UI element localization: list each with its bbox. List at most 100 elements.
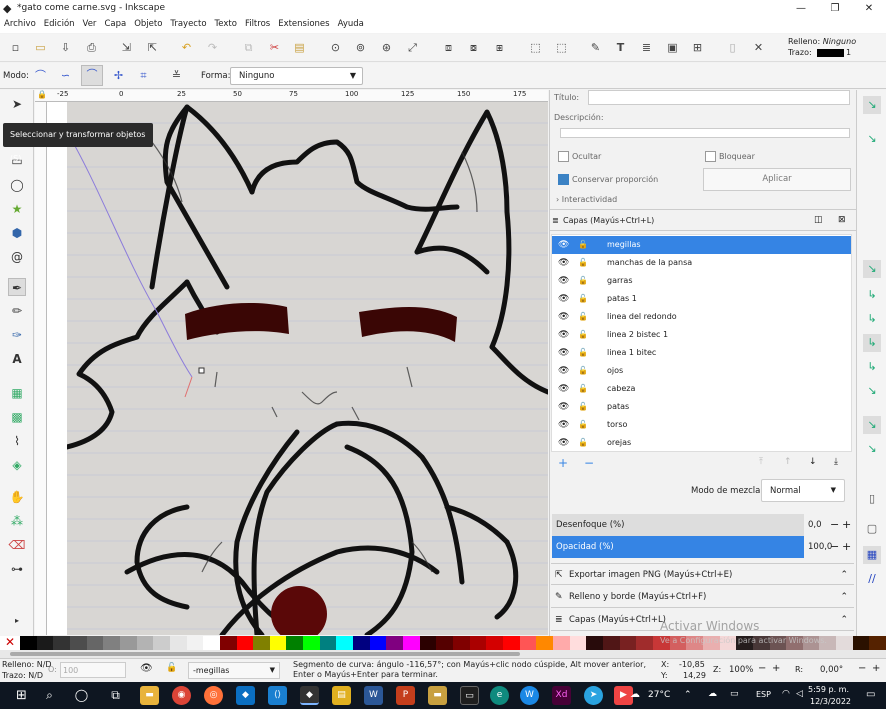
snap-paths-icon[interactable]: ↳ (863, 286, 881, 304)
snap-centers-icon[interactable]: ↘ (863, 416, 881, 434)
snap-cusp-icon[interactable]: ↳ (863, 334, 881, 352)
color-swatch[interactable] (153, 636, 170, 650)
paint-bucket-icon[interactable]: ◈ (8, 456, 26, 474)
lock-toggle-icon[interactable]: 🔓 (578, 416, 588, 434)
connector-tool-icon[interactable]: ⊶ (8, 560, 26, 578)
duplicate-icon[interactable]: ⧈ (440, 39, 457, 56)
tweak-tool-icon[interactable]: ✋ (8, 488, 26, 506)
title-input[interactable] (588, 90, 850, 105)
snap-bbox-icon[interactable]: ↘ (863, 130, 881, 148)
firefox-icon[interactable]: ◎ (204, 686, 223, 705)
color-swatch[interactable] (519, 636, 537, 650)
rotation-increment-icon[interactable]: + (872, 663, 880, 674)
lock-checkbox[interactable] (705, 151, 716, 162)
straight-segments-icon[interactable]: ✢ (110, 67, 127, 84)
layer-up-icon[interactable]: ↑ (784, 457, 792, 467)
menu-extensiones[interactable]: Extensiones (274, 17, 333, 33)
visibility-eye-icon[interactable]: 👁 (558, 254, 569, 272)
layer-row[interactable]: 👁 🔓 orejas (552, 434, 851, 452)
layer-row[interactable]: 👁 🔓 garras (552, 272, 851, 290)
snap-grid-icon[interactable]: ▦ (863, 546, 881, 564)
layer-row[interactable]: 👁 🔓 cabeza (552, 380, 851, 398)
zoom-increment-icon[interactable]: + (772, 663, 780, 674)
snap-guides-icon[interactable]: ∕∕ (863, 570, 881, 588)
adobe-xd-icon[interactable]: Xd (552, 686, 571, 705)
file-explorer-icon[interactable]: ▬ (140, 686, 159, 705)
print-preview-icon[interactable]: ▯ (724, 39, 741, 56)
menu-edicion[interactable]: Edición (40, 17, 79, 33)
search-icon[interactable]: ⌕ (40, 686, 59, 705)
dropper-tool-icon[interactable]: ⌇ (8, 432, 26, 450)
group-icon[interactable]: ⬚ (527, 39, 544, 56)
text-font-icon[interactable]: T (612, 39, 629, 56)
color-swatch[interactable] (586, 636, 603, 650)
layers-icon[interactable]: ≣ (638, 39, 655, 56)
layer-row[interactable]: 👁 🔓 megillas (552, 236, 851, 254)
add-layer-icon[interactable]: + (558, 456, 568, 470)
color-swatch[interactable] (636, 636, 653, 650)
remove-layer-icon[interactable]: − (584, 456, 594, 470)
language-indicator[interactable]: ESP (756, 690, 771, 699)
color-swatch[interactable] (602, 636, 620, 650)
selector-tool-icon[interactable]: ➤ (8, 95, 26, 113)
zoom-selection-icon[interactable]: ⊙ (327, 39, 344, 56)
hide-checkbox[interactable] (558, 151, 569, 162)
color-swatch[interactable] (53, 636, 70, 650)
widgets-icon[interactable]: ⧉ (106, 686, 125, 705)
color-swatch[interactable] (119, 636, 137, 650)
regular-bezier-icon[interactable]: ⌒ (32, 67, 49, 84)
volume-icon[interactable]: ◁ (796, 689, 803, 699)
horizontal-ruler[interactable]: 🔒 -25 0 25 50 75 100 125 150 175 (35, 90, 548, 102)
preserve-ratio-checkbox[interactable] (558, 174, 569, 185)
maximize-icon[interactable]: ❐ (818, 0, 852, 17)
spiral-tool-icon[interactable]: @ (8, 248, 26, 266)
close-icon[interactable]: ✕ (852, 0, 886, 17)
lock-toggle-icon[interactable]: 🔓 (578, 434, 588, 452)
lock-toggle-icon[interactable]: 🔓 (578, 254, 588, 272)
panel-detach-icon[interactable]: ◫ (814, 215, 823, 225)
status-opacity-input[interactable]: 100 (60, 662, 126, 678)
layer-row[interactable]: 👁 🔓 ojos (552, 362, 851, 380)
color-swatch[interactable] (552, 636, 570, 650)
menu-capa[interactable]: Capa (100, 17, 130, 33)
lock-toggle-icon[interactable]: 🔓 (578, 236, 588, 254)
color-swatch[interactable] (369, 636, 387, 650)
pen-tool-icon[interactable]: ✒ (8, 278, 26, 296)
color-swatch[interactable] (469, 636, 487, 650)
color-swatch[interactable] (319, 636, 337, 650)
clone-icon[interactable]: ⧇ (465, 39, 482, 56)
layer-down-icon[interactable]: ↓ (809, 457, 817, 467)
visibility-eye-icon[interactable]: 👁 (558, 272, 569, 290)
no-paint-swatch[interactable]: ✕ (0, 636, 20, 650)
telegram-icon[interactable]: ➤ (584, 686, 603, 705)
drawing-paper[interactable] (64, 102, 551, 642)
color-swatch[interactable] (269, 636, 287, 650)
color-swatch[interactable] (169, 636, 187, 650)
visibility-eye-icon[interactable]: 👁 (558, 236, 569, 254)
store-icon[interactable]: ◆ (236, 686, 255, 705)
lock-toggle-icon[interactable]: 🔓 (578, 326, 588, 344)
3dbox-tool-icon[interactable]: ⬢ (8, 224, 26, 242)
color-swatch[interactable] (453, 636, 470, 650)
layer-visibility-icon[interactable]: 👁 (140, 663, 153, 674)
visibility-eye-icon[interactable]: 👁 (558, 398, 569, 416)
visibility-eye-icon[interactable]: 👁 (558, 380, 569, 398)
visibility-eye-icon[interactable]: 👁 (558, 434, 569, 452)
shape-options-icon[interactable]: ≚ (168, 67, 185, 84)
snap-nodes-icon[interactable]: ↘ (863, 260, 881, 278)
export-png-panel[interactable]: ⇱ Exportar imagen PNG (Mayús+Ctrl+E) ⌃ (551, 563, 854, 585)
fill-stroke-panel[interactable]: ✎ Relleno y borde (Mayús+Ctrl+F) ⌃ (551, 586, 854, 608)
color-swatch[interactable] (86, 636, 104, 650)
copy-icon[interactable]: ⧉ (240, 39, 257, 56)
menu-ver[interactable]: Ver (79, 17, 101, 33)
color-swatch[interactable] (103, 636, 120, 650)
export-icon[interactable]: ⇱ (144, 39, 161, 56)
color-swatch[interactable] (353, 636, 370, 650)
unlink-clone-icon[interactable]: ⧆ (491, 39, 508, 56)
windows-start-icon[interactable]: ⊞ (12, 686, 31, 705)
color-swatch[interactable] (136, 636, 154, 650)
lock-guides-icon[interactable]: 🔒 (37, 90, 47, 99)
chrome-icon[interactable]: ◉ (172, 686, 191, 705)
layer-row[interactable]: 👁 🔓 linea 1 bitec (552, 344, 851, 362)
color-swatch[interactable] (236, 636, 254, 650)
